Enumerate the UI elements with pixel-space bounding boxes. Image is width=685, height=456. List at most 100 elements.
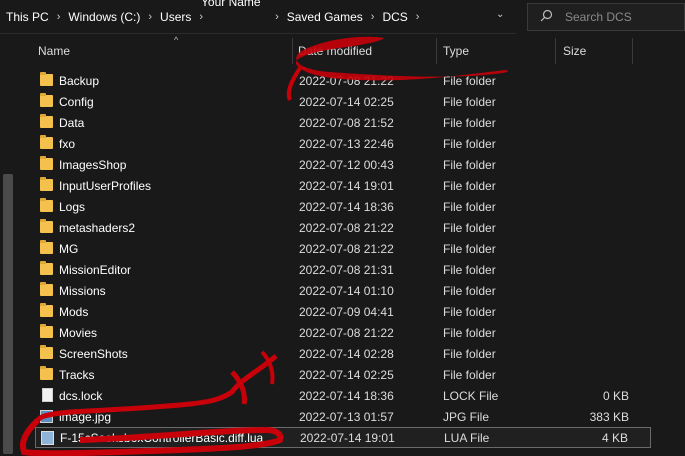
file-date: 2022-07-13 22:46 bbox=[299, 136, 394, 151]
file-name: dcs.lock bbox=[59, 388, 103, 403]
search-box[interactable]: Search DCS bbox=[527, 3, 685, 31]
folder-icon bbox=[40, 366, 53, 380]
file-name: Tracks bbox=[59, 367, 95, 382]
file-type: File folder bbox=[443, 283, 496, 298]
file-row[interactable]: Logs 2022-07-14 18:36 File folder bbox=[35, 196, 651, 217]
file-row[interactable]: MG 2022-07-08 21:22 File folder bbox=[35, 238, 651, 259]
column-divider[interactable] bbox=[555, 38, 556, 64]
column-divider[interactable] bbox=[292, 38, 293, 64]
file-type: File folder bbox=[443, 262, 496, 277]
file-row[interactable]: dcs.lock 2022-07-14 18:36 LOCK File 0 KB bbox=[35, 385, 651, 406]
file-row[interactable]: fxo 2022-07-13 22:46 File folder bbox=[35, 133, 651, 154]
file-name: F-15cSeeksboxControllerBasic.diff.lua bbox=[60, 430, 264, 445]
file-date: 2022-07-09 04:41 bbox=[299, 304, 394, 319]
column-divider[interactable] bbox=[632, 38, 633, 64]
folder-icon bbox=[40, 261, 53, 275]
file-name: InputUserProfiles bbox=[59, 178, 152, 193]
breadcrumb-separator-icon[interactable]: › bbox=[275, 11, 279, 23]
file-row[interactable]: Missions 2022-07-14 01:10 File folder bbox=[35, 280, 651, 301]
file-date: 2022-07-14 01:10 bbox=[299, 283, 394, 298]
file-date: 2022-07-08 21:22 bbox=[299, 241, 394, 256]
navigation-scrollbar[interactable] bbox=[3, 174, 13, 454]
column-header-type[interactable]: Type bbox=[443, 34, 469, 68]
file-type: LOCK File bbox=[443, 388, 499, 403]
breadcrumb-separator-icon[interactable]: › bbox=[148, 11, 152, 23]
file-size: 383 KB bbox=[589, 409, 629, 424]
folder-icon bbox=[40, 303, 53, 317]
file-row[interactable]: InputUserProfiles 2022-07-14 19:01 File fo… bbox=[35, 175, 651, 196]
file-date: 2022-07-14 02:28 bbox=[299, 346, 394, 361]
folder-icon bbox=[40, 177, 53, 191]
breadcrumb-this-pc[interactable]: This PC bbox=[6, 10, 49, 24]
breadcrumb-users[interactable]: Users bbox=[160, 10, 191, 24]
column-name-label: Name bbox=[38, 44, 71, 58]
breadcrumb-dcs[interactable]: DCS bbox=[382, 10, 407, 24]
file-size: 0 KB bbox=[602, 388, 629, 403]
file-date: 2022-07-08 21:22 bbox=[299, 73, 394, 88]
file-name: Backup bbox=[59, 73, 100, 88]
file-date: 2022-07-14 18:36 bbox=[299, 199, 394, 214]
file-date: 2022-07-14 19:01 bbox=[300, 430, 395, 445]
file-row[interactable]: Config 2022-07-14 02:25 File folder bbox=[35, 91, 651, 112]
file-name: Config bbox=[59, 94, 94, 109]
breadcrumb-windows-c[interactable]: Windows (C:) bbox=[68, 10, 140, 24]
user-name-label: Your Name bbox=[201, 0, 261, 9]
file-date: 2022-07-12 00:43 bbox=[299, 157, 394, 172]
file-name: Mods bbox=[59, 304, 89, 319]
breadcrumb-saved-games[interactable]: Saved Games bbox=[287, 10, 363, 24]
file-type: File folder bbox=[443, 136, 496, 151]
file-type: File folder bbox=[443, 199, 496, 214]
file-row[interactable]: Movies 2022-07-08 21:22 File folder bbox=[35, 322, 651, 343]
file-name: metashaders2 bbox=[59, 220, 136, 235]
file-date: 2022-07-08 21:22 bbox=[299, 220, 394, 235]
file-row[interactable]: Data 2022-07-08 21:52 File folder bbox=[35, 112, 651, 133]
column-divider[interactable] bbox=[436, 38, 437, 64]
breadcrumb-separator-icon[interactable]: › bbox=[57, 11, 61, 23]
folder-icon bbox=[40, 324, 53, 338]
file-row[interactable]: Mods 2022-07-09 04:41 File folder bbox=[35, 301, 651, 322]
file-type: File folder bbox=[443, 115, 496, 130]
folder-icon bbox=[40, 135, 53, 149]
file-icon bbox=[42, 388, 53, 402]
folder-icon bbox=[40, 345, 53, 359]
file-date: 2022-07-14 19:01 bbox=[299, 178, 394, 193]
column-type-label: Type bbox=[443, 44, 470, 58]
breadcrumb-separator-icon[interactable]: › bbox=[371, 11, 375, 23]
search-input[interactable]: Search DCS bbox=[565, 10, 632, 24]
file-date: 2022-07-13 01:57 bbox=[299, 409, 394, 424]
file-row[interactable]: image.jpg 2022-07-13 01:57 JPG File 383 KB bbox=[35, 406, 651, 427]
file-name: fxo bbox=[59, 136, 76, 151]
file-type: File folder bbox=[443, 241, 496, 256]
file-row[interactable]: MissionEditor 2022-07-08 21:31 File folder bbox=[35, 259, 651, 280]
file-date: 2022-07-08 21:22 bbox=[299, 325, 394, 340]
file-row[interactable]: Backup 2022-07-08 21:22 File folder bbox=[35, 70, 651, 91]
chevron-down-icon[interactable]: ⌄ bbox=[496, 9, 510, 23]
file-row[interactable]: F-15cSeeksboxControllerBasic.diff.lua 202… bbox=[35, 427, 651, 448]
file-row[interactable]: ScreenShots 2022-07-14 02:28 File folder bbox=[35, 343, 651, 364]
file-name: image.jpg bbox=[59, 409, 112, 424]
file-type: File folder bbox=[443, 304, 496, 319]
file-row[interactable]: Tracks 2022-07-14 02:25 File folder bbox=[35, 364, 651, 385]
file-name: ImagesShop bbox=[59, 157, 127, 172]
folder-icon bbox=[40, 240, 53, 254]
file-name: MG bbox=[59, 241, 79, 256]
file-date: 2022-07-14 02:25 bbox=[299, 94, 394, 109]
file-name: MissionEditor bbox=[59, 262, 132, 277]
file-name: Data bbox=[59, 115, 85, 130]
column-header-name[interactable]: Name bbox=[38, 34, 70, 68]
file-date: 2022-07-08 21:52 bbox=[299, 115, 394, 130]
folder-icon bbox=[40, 156, 53, 170]
file-name: Movies bbox=[59, 325, 98, 340]
breadcrumb-separator-icon[interactable]: › bbox=[416, 11, 420, 23]
breadcrumb-separator-icon[interactable]: › bbox=[199, 11, 203, 23]
column-header-size[interactable]: Size bbox=[563, 34, 586, 68]
folder-icon bbox=[40, 282, 53, 296]
file-type: LUA File bbox=[444, 430, 490, 445]
file-name: ScreenShots bbox=[59, 346, 128, 361]
search-icon bbox=[540, 9, 553, 25]
file-name: Logs bbox=[59, 199, 86, 214]
file-row[interactable]: ImagesShop 2022-07-12 00:43 File folder bbox=[35, 154, 651, 175]
file-row[interactable]: metashaders2 2022-07-08 21:22 File folder bbox=[35, 217, 651, 238]
column-header-date[interactable]: Date modified bbox=[298, 34, 372, 68]
file-type: File folder bbox=[443, 178, 496, 193]
